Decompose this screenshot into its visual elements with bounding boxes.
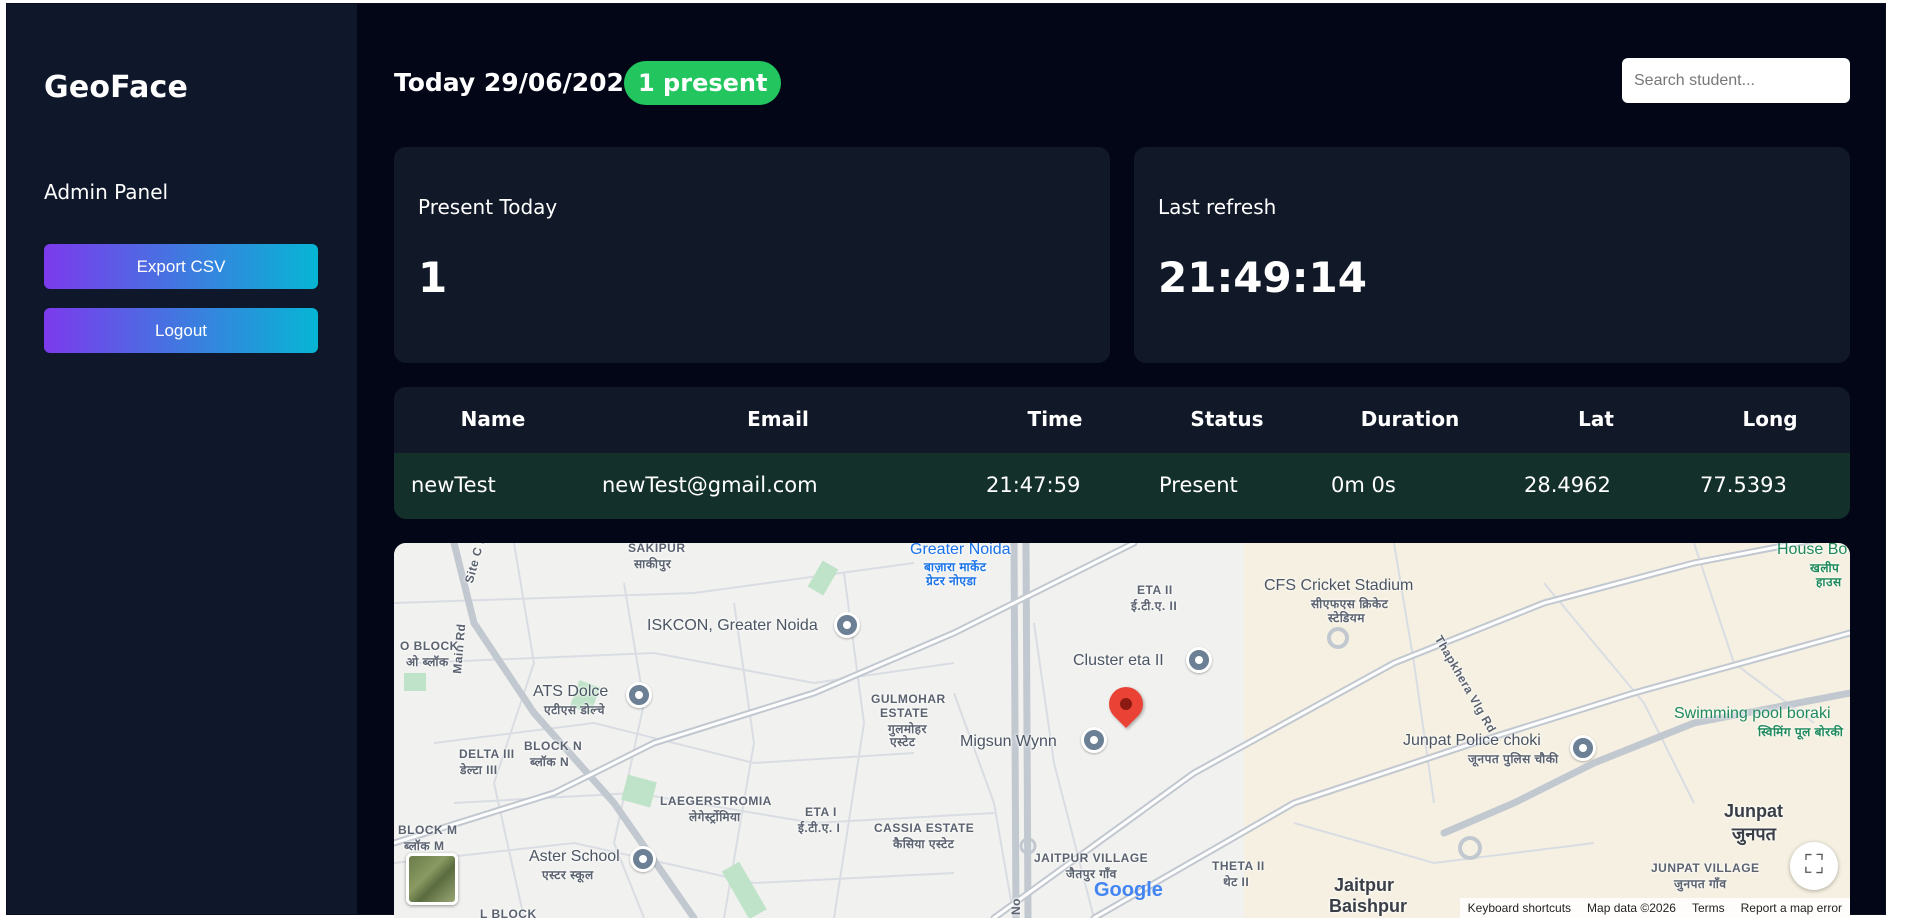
poi-marker[interactable] [1081,727,1107,753]
present-today-card: Present Today 1 [394,147,1110,363]
map-label: Migsun Wynn [960,733,1057,750]
search-student-input[interactable] [1622,58,1850,103]
map-label: Greater Noida [910,543,1011,558]
poi-marker[interactable] [1570,735,1596,761]
map-label: Junpat [1724,801,1784,821]
map-label: DELTA III [459,747,515,761]
map-label: ओ ब्लॉक [406,655,449,669]
map-label: ATS Dolce [533,683,609,700]
map-label: ई.टी.ए. I [798,821,841,835]
map-road-label: No [1009,898,1023,915]
map-label: LAEGERSTROMIA [660,794,772,808]
table-row[interactable]: newTest newTest@gmail.com 21:47:59 Prese… [394,453,1850,519]
map-label: GULMOHAR [871,692,946,706]
last-refresh-card: Last refresh 21:49:14 [1134,147,1850,363]
card-label: Last refresh [1158,195,1277,219]
map-label: THETA II [1212,859,1265,873]
map-label: ESTATE [880,706,929,720]
main-content: Today 29/06/2026 1 present Present Today… [394,4,1850,918]
fullscreen-icon[interactable]: ⛶ [1790,842,1838,890]
map-label: लेगेर्स्ट्रोमिया [689,810,741,824]
map-label: ई.टी.ए. II [1131,599,1178,613]
map-label: Swimming pool boraki [1674,705,1831,722]
map-label: House Bo [1777,543,1848,558]
poi-marker[interactable] [630,846,656,872]
cell-name: newTest [411,473,496,497]
map-attribution: Keyboard shortcuts Map data ©2026 Terms … [1459,898,1850,918]
map-label: जुनपत [1732,824,1776,844]
map-label: थेट II [1223,875,1250,889]
map-satellite-toggle[interactable] [406,853,458,905]
panel-label: Admin Panel [44,180,169,204]
map-label: हाउस [1816,575,1842,589]
map-label: CASSIA ESTATE [874,821,975,835]
map-label: CFS Cricket Stadium [1264,577,1414,594]
map-label: जूनपत पुलिस चौकी [1468,752,1559,766]
cell-email: newTest@gmail.com [602,473,818,497]
column-header-long: Long [1742,407,1798,431]
cell-lat: 28.4962 [1524,473,1611,497]
card-value: 1 [418,253,448,302]
map-label: ब्लॉक N [530,755,570,769]
map-label: ग्रेटर नोएडा [926,574,977,588]
map-label: Jaitpur [1334,875,1395,895]
map-label: एस्टर स्कूल [542,868,594,882]
map-label: JUNPAT VILLAGE [1651,861,1760,875]
column-header-email: Email [747,407,809,431]
map-label: जुनपत गाँव [1674,877,1727,891]
map-label: ETA II [1137,583,1173,597]
attendance-table: Name Email Time Status Duration Lat Long… [394,387,1850,519]
location-map[interactable]: SAKIPUR साकीपुर Greater Noida बाज़ारा मा… [394,543,1850,918]
card-value: 21:49:14 [1158,253,1367,302]
map-label: स्टेडियम [1328,611,1365,625]
cell-long: 77.5393 [1700,473,1787,497]
map-label: Cluster eta II [1073,652,1164,669]
map-label: L BLOCK [480,907,537,918]
report-map-error-link[interactable]: Report a map error [1741,898,1842,918]
map-label: SAKIPUR [628,543,686,555]
map-label: BLOCK N [524,739,583,753]
export-csv-button[interactable]: Export CSV [44,244,318,289]
cell-status: Present [1159,473,1238,497]
terms-link[interactable]: Terms [1692,898,1725,918]
map-label: Aster School [529,848,620,865]
card-label: Present Today [418,195,558,219]
map-label: डेल्टा III [460,763,498,777]
map-label: ब्लॉक M [404,839,445,853]
column-header-status: Status [1190,407,1264,431]
map-label: एस्टेट [890,735,916,749]
map-label: Junpat Police choki [1403,732,1541,749]
column-header-time: Time [1027,407,1083,431]
cell-time: 21:47:59 [986,473,1081,497]
app-frame: GeoFace Admin Panel Export CSV Logout To… [6,3,1886,918]
cell-duration: 0m 0s [1331,473,1396,497]
column-header-name: Name [460,407,526,431]
map-label: BLOCK M [398,823,458,837]
keyboard-shortcuts-link[interactable]: Keyboard shortcuts [1468,898,1571,918]
logout-button[interactable]: Logout [44,308,318,353]
poi-marker[interactable] [834,612,860,638]
table-header: Name Email Time Status Duration Lat Long [394,387,1850,453]
map-label: साकीपुर [634,557,672,571]
present-count-badge: 1 present [624,61,782,105]
map-label: एटीएस डोल्चे [544,703,606,717]
app-logo: GeoFace [44,70,189,105]
map-label: कैसिया एस्टेट [893,837,955,851]
google-logo: Google [1094,879,1163,901]
map-label: O BLOCK [400,639,459,653]
column-header-duration: Duration [1360,407,1460,431]
poi-marker[interactable] [1186,647,1212,673]
map-label: ISKCON, Greater Noida [647,617,818,634]
map-data-text: Map data ©2026 [1587,901,1676,915]
column-header-lat: Lat [1578,407,1614,431]
map-label: ETA I [805,805,837,819]
today-date: Today 29/06/2026 [394,68,642,97]
map-label: Baishpur [1329,896,1408,916]
map-label: JAITPUR VILLAGE [1034,851,1149,865]
map-label: स्विमिंग पूल बोरकी [1758,725,1844,739]
sidebar: GeoFace Admin Panel Export CSV Logout [7,4,357,914]
poi-marker[interactable] [626,682,652,708]
